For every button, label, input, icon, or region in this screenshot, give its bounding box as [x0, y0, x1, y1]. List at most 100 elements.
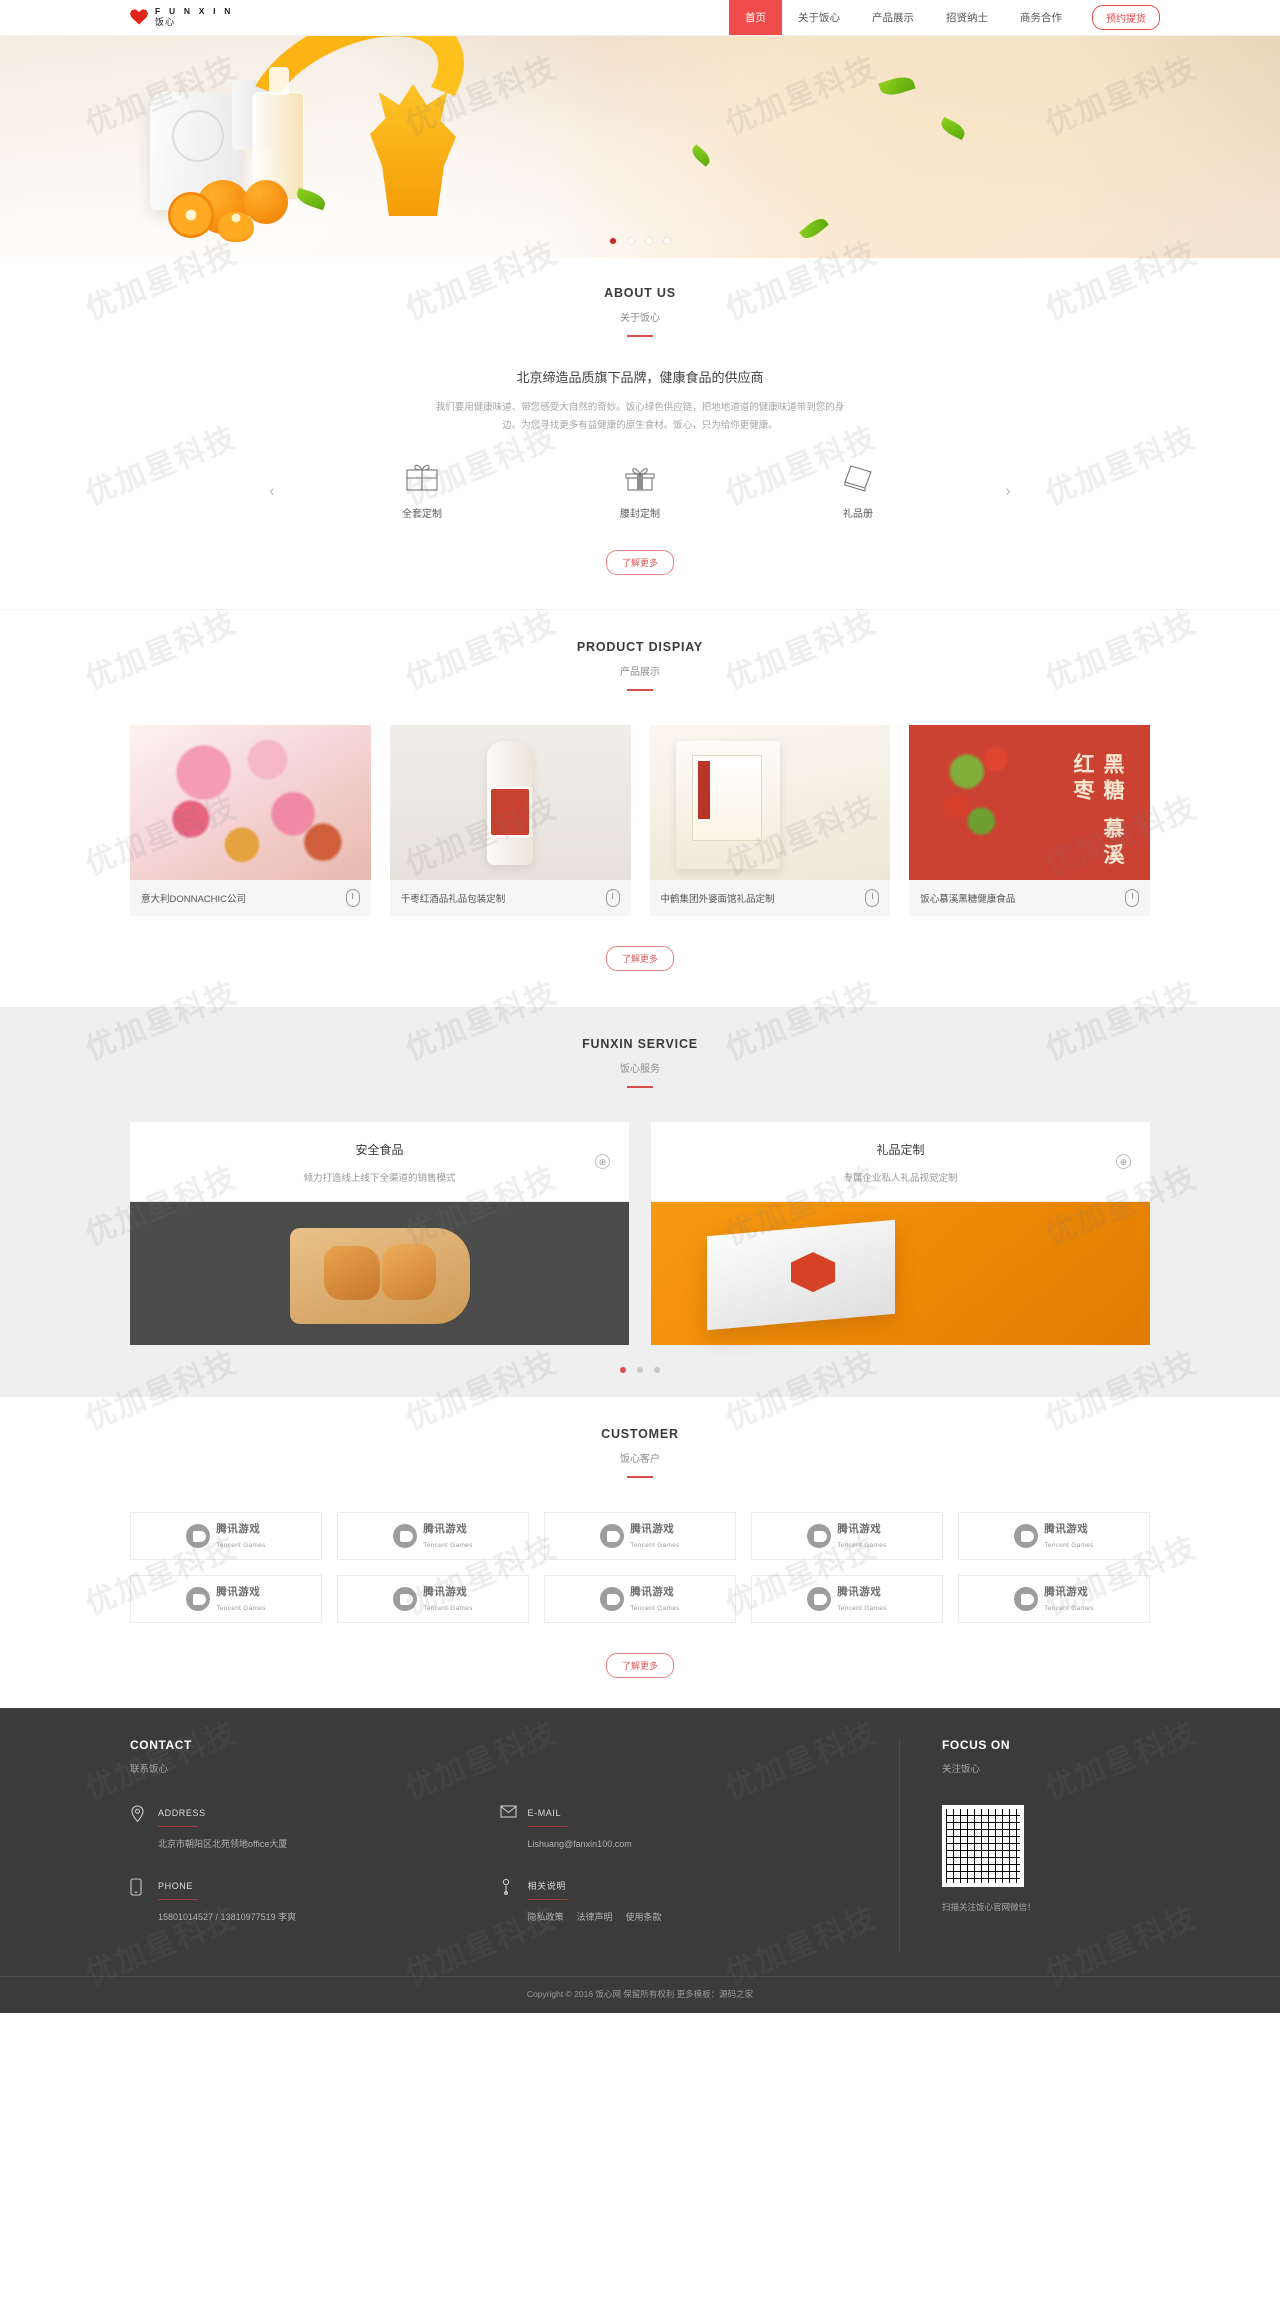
product-image [130, 725, 371, 881]
footer-address-block: ADDRESS 北京市朝阳区北苑领地office大厦 [130, 1805, 500, 1852]
customer-logo[interactable]: 腾讯游戏 Tencent Games [751, 1575, 943, 1624]
mouse-icon [1125, 889, 1139, 908]
gift-box-icon [368, 462, 476, 492]
tencent-g-icon [807, 1587, 832, 1612]
product-caption: 中鹤集团外婆面馆礼品定制 [660, 894, 775, 906]
footer-email-label: E-MAIL [527, 1808, 562, 1819]
service-dot-3[interactable] [654, 1367, 660, 1374]
about-description: 我们要用健康味道、带您感受大自然的奇妙。饭心绿色供应链，把地地道道的健康味道带到… [435, 402, 845, 431]
service-card-arrow-icon[interactable]: ⊕ [1116, 1153, 1131, 1169]
customer-underline [627, 1476, 653, 1479]
about-more-button[interactable]: 了解更多 [606, 550, 674, 576]
customer-title-en: CUSTOMER [601, 1427, 679, 1442]
about-title-en: ABOUT US [604, 286, 676, 300]
nav-item-about[interactable]: 关于饭心 [782, 0, 856, 35]
customer-logo-en: Tencent Games [837, 1605, 887, 1613]
site-logo[interactable]: F U N X I N 饭心 [120, 0, 234, 35]
customer-section: CUSTOMER 饭心客户 腾讯游戏 Tencent Games 腾讯游戏 Tenc… [0, 1397, 1280, 1709]
product-art-text: 黑糖 慕溪 红枣 [1071, 753, 1126, 870]
customer-logo[interactable]: 腾讯游戏 Tencent Games [130, 1575, 322, 1624]
footer-email-value[interactable]: Lishuang@fanxin100.com [528, 1837, 632, 1852]
customer-logo[interactable]: 腾讯游戏 Tencent Games [337, 1575, 529, 1624]
customer-logo[interactable]: 腾讯游戏 Tencent Games [130, 1512, 322, 1561]
products-heading: PRODUCT DISPIAY 产品展示 [0, 640, 1280, 692]
tencent-g-icon [393, 1587, 418, 1612]
footer-phone-value: 15801014527 / 13810977519 李爽 [158, 1912, 297, 1923]
service-card-image [130, 1202, 629, 1346]
hero-dot-1[interactable] [610, 238, 616, 244]
service-card[interactable]: 安全食品 倾力打造线上线下全渠道的销售模式 ⊕ [130, 1122, 629, 1346]
mouse-icon [345, 889, 360, 908]
about-prev-arrow[interactable]: ‹ [260, 479, 284, 503]
product-card[interactable]: 千枣红酒品礼品包装定制 [389, 725, 631, 917]
tencent-g-icon [186, 1524, 211, 1549]
products-title-en: PRODUCT DISPIAY [576, 640, 704, 655]
nav-item-business[interactable]: 商务合作 [1004, 0, 1078, 35]
product-caption: 千枣红酒品礼品包装定制 [400, 894, 506, 906]
product-caption: 意大利DONNACHIC公司 [141, 894, 247, 906]
mouse-icon [605, 889, 620, 908]
logo-text-en: F U N X I N [155, 6, 234, 17]
site-footer: CONTACT 联系饭心 ADDRESS 北京市朝阳区北苑领地office大厦 … [0, 1708, 1280, 2013]
customer-title-cn: 饭心客户 [620, 1454, 660, 1466]
about-item[interactable]: 全套定制 [368, 462, 476, 520]
customer-logo-cn: 腾讯游戏 [837, 1523, 882, 1536]
page-root: F U N X I N 饭心 首页 关于饭心 产品展示 招贤纳士 商务合作 预约… [0, 0, 1280, 2013]
customer-logo-cn: 腾讯游戏 [630, 1523, 675, 1536]
customer-logo[interactable]: 腾讯游戏 Tencent Games [751, 1512, 943, 1561]
nav-item-careers[interactable]: 招贤纳士 [930, 0, 1004, 35]
customer-logo[interactable]: 腾讯游戏 Tencent Games [958, 1575, 1150, 1624]
main-nav: 首页 关于饭心 产品展示 招贤纳士 商务合作 预约提货 [729, 0, 1160, 35]
service-dot-2[interactable] [637, 1367, 643, 1374]
products-more-button[interactable]: 了解更多 [606, 946, 674, 972]
service-card-arrow-icon[interactable]: ⊕ [595, 1153, 610, 1169]
product-card[interactable]: 中鹤集团外婆面馆礼品定制 [649, 725, 891, 917]
about-item-label: 腰封定制 [620, 509, 660, 521]
service-card-image [651, 1202, 1150, 1346]
footer-contact-subtitle: 联系饭心 [130, 1764, 169, 1776]
reserve-pickup-button[interactable]: 预约提货 [1092, 5, 1160, 30]
customer-logo-en: Tencent Games [423, 1542, 473, 1550]
footer-link-legal[interactable]: 法律声明 [577, 1910, 613, 1923]
customer-logo[interactable]: 腾讯游戏 Tencent Games [544, 1575, 736, 1624]
customer-logo-en: Tencent Games [423, 1605, 473, 1613]
service-card-subtitle: 专属企业私人礼品视觉定制 [843, 1173, 958, 1185]
product-image [389, 725, 631, 881]
product-card[interactable]: 意大利DONNACHIC公司 [130, 725, 371, 917]
hero-dot-4[interactable] [664, 238, 670, 244]
customer-more-button[interactable]: 了解更多 [606, 1653, 674, 1679]
envelope-icon [499, 1805, 517, 1824]
footer-link-terms[interactable]: 使用条款 [626, 1910, 662, 1923]
footer-address-label: ADDRESS [158, 1808, 206, 1819]
nav-item-products[interactable]: 产品展示 [856, 0, 930, 35]
service-card-title: 礼品定制 [876, 1143, 925, 1158]
service-card[interactable]: 礼品定制 专属企业私人礼品视觉定制 ⊕ [651, 1122, 1150, 1346]
products-underline [627, 689, 653, 692]
hero-dot-3[interactable] [646, 238, 652, 244]
about-next-arrow[interactable]: › [996, 479, 1020, 503]
mouse-icon [865, 889, 880, 908]
service-dot-1[interactable] [620, 1367, 626, 1374]
customer-logo-en: Tencent Games [1044, 1542, 1094, 1550]
customer-logo-en: Tencent Games [837, 1542, 887, 1550]
qr-code-image [942, 1805, 1024, 1888]
about-tagline: 北京缔造品质旗下品牌，健康食品的供应商 [516, 370, 764, 385]
hero-banner[interactable] [0, 36, 1280, 258]
footer-focus-subtitle: 关注饭心 [942, 1764, 981, 1776]
footer-link-privacy[interactable]: 隐私政策 [528, 1910, 564, 1923]
customer-logo[interactable]: 腾讯游戏 Tencent Games [958, 1512, 1150, 1561]
nav-item-home[interactable]: 首页 [729, 0, 782, 35]
about-item[interactable]: 腰封定制 [586, 462, 694, 520]
customer-logo[interactable]: 腾讯游戏 Tencent Games [337, 1512, 529, 1561]
about-section: ABOUT US 关于饭心 北京缔造品质旗下品牌，健康食品的供应商 我们要用健康… [0, 258, 1280, 610]
customer-logo[interactable]: 腾讯游戏 Tencent Games [544, 1512, 736, 1561]
customer-logo-en: Tencent Games [630, 1542, 680, 1550]
product-card[interactable]: 黑糖 慕溪 红枣 饭心慕溪黑糖健康食品 [909, 725, 1150, 917]
hero-dot-2[interactable] [628, 238, 634, 244]
qr-code-note: 扫描关注饭心官网微信！ [942, 1902, 1036, 1913]
products-grid: 意大利DONNACHIC公司 千枣红酒品礼品包装定制 中鹤集团外婆面馆礼品定制 [130, 725, 1150, 917]
about-item[interactable]: 礼品册 [804, 462, 912, 520]
about-underline [627, 335, 653, 337]
about-heading: ABOUT US 关于饭心 [0, 286, 1280, 337]
service-underline [627, 1086, 653, 1089]
